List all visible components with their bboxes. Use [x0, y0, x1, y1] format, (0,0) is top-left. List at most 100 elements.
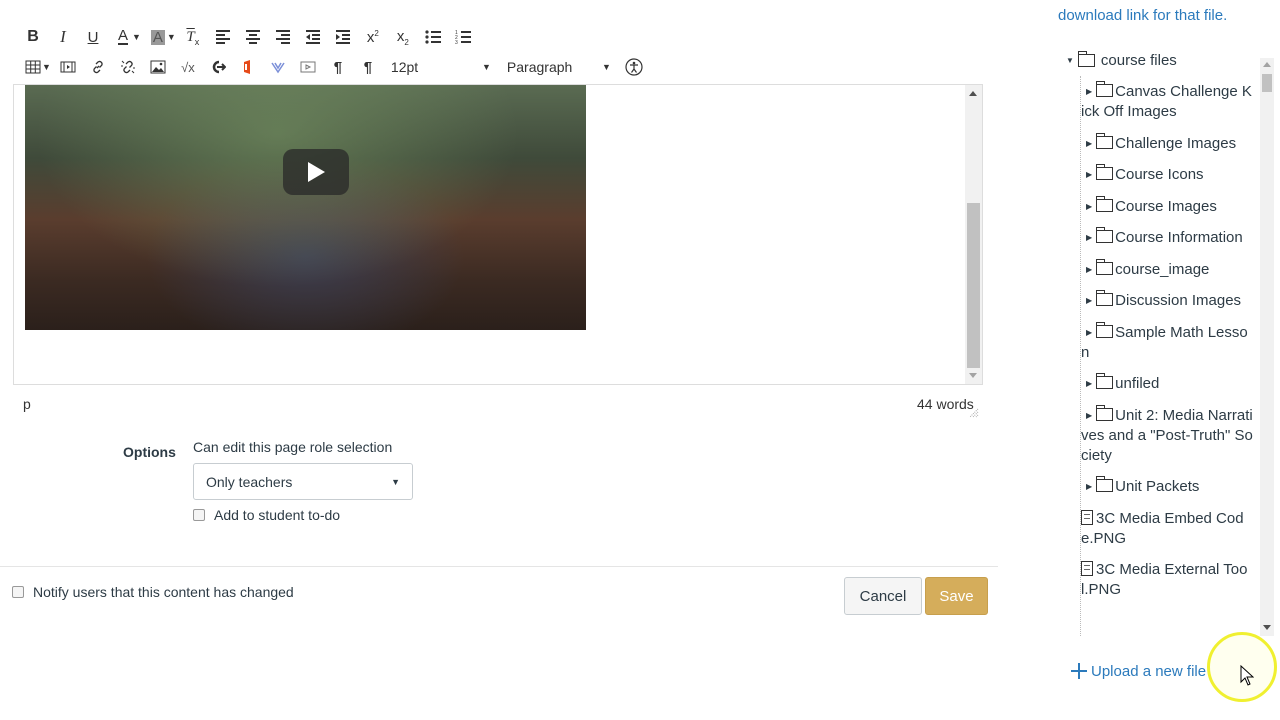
- tree-root-course-files[interactable]: ▼ course files: [1066, 51, 1177, 69]
- scroll-down-icon[interactable]: [1263, 625, 1271, 630]
- collapsed-triangle-icon[interactable]: ▶: [1086, 406, 1092, 426]
- folder-icon: [1077, 51, 1095, 67]
- align-right-button[interactable]: [268, 25, 298, 49]
- lti-tool-button[interactable]: [263, 55, 293, 79]
- notify-users-option[interactable]: Notify users that this content has chang…: [12, 584, 294, 600]
- element-path[interactable]: p: [23, 396, 31, 412]
- notify-users-checkbox[interactable]: [12, 586, 24, 598]
- scroll-up-icon[interactable]: [969, 91, 977, 96]
- tree-folder-item[interactable]: ▶ Canvas Challenge Kick Off Images: [1081, 81, 1253, 122]
- cancel-button[interactable]: Cancel: [844, 577, 922, 615]
- resize-handle-icon[interactable]: [969, 408, 979, 418]
- align-center-icon: [245, 30, 260, 44]
- scrollbar-thumb[interactable]: [1262, 74, 1272, 92]
- accessibility-checker-button[interactable]: [619, 55, 649, 79]
- expanded-triangle-icon[interactable]: ▼: [1066, 56, 1074, 65]
- embed-button[interactable]: [203, 55, 233, 79]
- folder-icon: [1096, 258, 1114, 275]
- media-button[interactable]: [53, 55, 83, 79]
- superscript-button[interactable]: x2: [358, 25, 388, 49]
- collapsed-triangle-icon[interactable]: ▶: [1086, 165, 1092, 185]
- rich-content-editor[interactable]: [13, 84, 983, 385]
- table-icon: [25, 60, 41, 74]
- embed-icon: [212, 60, 226, 74]
- role-select[interactable]: Only teachers ▼: [193, 463, 413, 500]
- collapsed-triangle-icon[interactable]: ▶: [1086, 323, 1092, 343]
- tree-folder-item[interactable]: ▶ unfiled: [1081, 373, 1253, 394]
- tree-folder-item[interactable]: ▶ Course Images: [1081, 195, 1253, 217]
- tree-folder-item[interactable]: ▶ course_image: [1081, 258, 1253, 280]
- tree-folder-item[interactable]: ▶ Sample Math Lesson: [1081, 321, 1253, 363]
- outdent-button[interactable]: [298, 25, 328, 49]
- add-to-todo-option[interactable]: Add to student to-do: [193, 507, 340, 523]
- tree-folder-item[interactable]: ▶ Course Icons: [1081, 164, 1253, 185]
- tree-folder-item[interactable]: ▶ Course Information: [1081, 227, 1253, 248]
- play-button[interactable]: [283, 149, 349, 195]
- office-button[interactable]: [233, 55, 263, 79]
- folder-icon: [1096, 227, 1114, 244]
- role-selection-label: Can edit this page role selection: [193, 439, 393, 455]
- scrollbar-thumb[interactable]: [967, 203, 980, 368]
- ltr-button[interactable]: ¶: [323, 55, 353, 79]
- bold-button[interactable]: B: [18, 25, 48, 49]
- folder-icon: [1096, 290, 1114, 307]
- embedded-video[interactable]: [25, 85, 586, 330]
- tree-file-item[interactable]: 3C Media External Tool.PNG: [1081, 560, 1253, 600]
- background-color-dropdown-icon[interactable]: ▼: [167, 32, 176, 42]
- file-icon: [1081, 509, 1093, 525]
- font-size-select[interactable]: 12pt ▼: [383, 55, 499, 79]
- collapsed-triangle-icon[interactable]: ▶: [1086, 197, 1092, 217]
- play-icon: [308, 162, 325, 182]
- file-tree-scrollbar[interactable]: [1260, 58, 1274, 636]
- office-icon: [243, 60, 250, 74]
- add-to-todo-checkbox[interactable]: [193, 509, 205, 521]
- bold-icon: B: [27, 28, 39, 45]
- numbered-list-icon: 123: [455, 30, 471, 45]
- block-format-select[interactable]: Paragraph ▼: [499, 55, 619, 79]
- collapsed-triangle-icon[interactable]: ▶: [1086, 477, 1092, 497]
- folder-icon: [1096, 476, 1114, 493]
- underline-button[interactable]: U: [78, 25, 108, 49]
- table-dropdown-icon[interactable]: ▼: [42, 62, 51, 72]
- ltr-icon: ¶: [333, 58, 343, 76]
- media-record-button[interactable]: [293, 55, 323, 79]
- bullet-list-button[interactable]: [418, 25, 448, 49]
- tree-folder-item[interactable]: ▶ Challenge Images: [1081, 132, 1253, 154]
- clear-formatting-icon: Tx: [186, 28, 200, 47]
- rtl-button[interactable]: ¶: [353, 55, 383, 79]
- clear-formatting-button[interactable]: Tx: [178, 25, 208, 49]
- unlink-button[interactable]: [113, 55, 143, 79]
- scroll-up-icon[interactable]: [1263, 62, 1271, 67]
- text-color-dropdown-icon[interactable]: ▼: [132, 32, 141, 42]
- tree-folder-item[interactable]: ▶ Unit Packets: [1081, 476, 1253, 497]
- image-button[interactable]: [143, 55, 173, 79]
- collapsed-triangle-icon[interactable]: ▶: [1086, 374, 1092, 394]
- subscript-button[interactable]: x2: [388, 25, 418, 49]
- align-left-button[interactable]: [208, 25, 238, 49]
- indent-button[interactable]: [328, 25, 358, 49]
- divider: [0, 566, 998, 567]
- collapsed-triangle-icon[interactable]: ▶: [1086, 260, 1092, 280]
- editor-scrollbar[interactable]: [965, 85, 982, 384]
- link-button[interactable]: [83, 55, 113, 79]
- upload-new-file-link[interactable]: Upload a new file: [1070, 662, 1206, 680]
- numbered-list-button[interactable]: 123: [448, 25, 478, 49]
- tree-folder-item[interactable]: ▶ Discussion Images: [1081, 290, 1253, 311]
- collapsed-triangle-icon[interactable]: ▶: [1086, 82, 1092, 102]
- collapsed-triangle-icon[interactable]: ▶: [1086, 134, 1092, 154]
- indent-icon: [335, 30, 350, 44]
- save-button[interactable]: Save: [925, 577, 988, 615]
- tree-folder-item[interactable]: ▶ Unit 2: Media Narratives and a "Post-Tr…: [1081, 404, 1253, 466]
- folder-icon: [1096, 404, 1114, 421]
- collapsed-triangle-icon[interactable]: ▶: [1086, 291, 1092, 311]
- image-icon: [150, 60, 166, 74]
- tree-file-item[interactable]: 3C Media Embed Code.PNG: [1081, 509, 1253, 549]
- equation-button[interactable]: √x: [173, 55, 203, 79]
- align-center-button[interactable]: [238, 25, 268, 49]
- superscript-icon: x2: [366, 28, 379, 46]
- chevron-down-icon: ▼: [391, 476, 400, 487]
- italic-button[interactable]: I: [48, 25, 78, 49]
- folder-icon: [1096, 164, 1114, 181]
- scroll-down-icon[interactable]: [969, 373, 977, 378]
- collapsed-triangle-icon[interactable]: ▶: [1086, 228, 1092, 248]
